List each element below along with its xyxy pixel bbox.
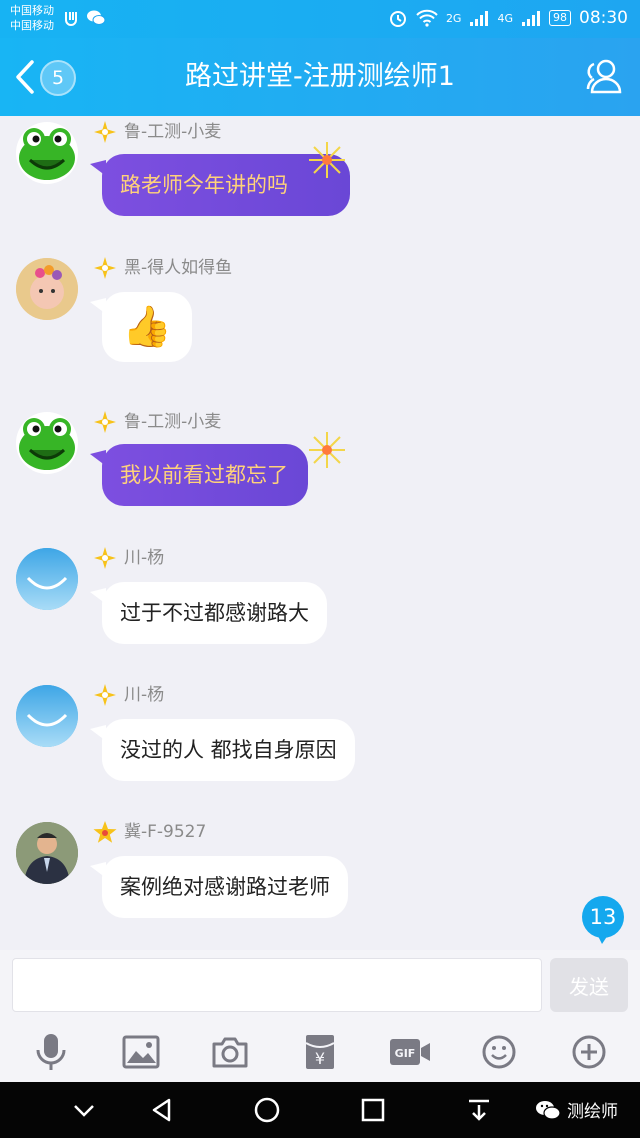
level-badge-icon [94,257,116,279]
message-text: 路老师今年讲的吗 [120,173,288,197]
message-bubble[interactable]: 过于不过都感谢路大 [102,582,327,644]
back-nav-icon[interactable] [148,1096,176,1124]
message-bubble[interactable]: 我以前看过都忘了 [102,444,308,506]
plus-circle-icon [572,1035,606,1069]
carrier-2: 中国移动 [10,19,54,32]
thumbs-up-emoji: 👍 [122,304,172,350]
notification-icons [62,9,106,27]
camera-button[interactable] [207,1029,253,1075]
voice-button[interactable] [28,1029,74,1075]
firework-decoration-icon [309,142,345,178]
smiley-icon [482,1035,516,1069]
carrier-info: 中国移动 中国移动 [10,3,54,33]
status-right: 2G 4G 98 08:30 [388,8,628,28]
message-input[interactable] [12,958,542,1012]
sender-name: 冀-F-9527 [124,822,207,842]
svg-text:¥: ¥ [315,1049,325,1068]
battery-icon: 98 [549,10,571,26]
home-nav-icon[interactable] [253,1096,281,1124]
sky-avatar-icon [16,685,78,747]
message-bubble[interactable]: 没过的人 都找自身原因 [102,719,355,781]
carrier-1: 中国移动 [10,4,54,17]
red-packet-icon: ¥ [305,1035,335,1069]
more-button[interactable] [566,1029,612,1075]
recents-nav-icon[interactable] [359,1096,387,1124]
message-bubble[interactable]: 👍 [102,292,192,362]
new-messages-badge-tail [596,932,610,944]
sender-name: 鲁-工测-小麦 [124,122,222,142]
group-members-icon[interactable] [584,56,624,96]
avatar[interactable] [16,258,78,320]
sender-name: 川-杨 [124,548,165,568]
alarm-icon [389,11,406,27]
frog-avatar-icon [19,418,75,470]
message-text: 案例绝对感谢路过老师 [120,875,330,899]
firework-decoration-icon [309,432,345,468]
avatar[interactable] [16,548,78,610]
sender-name: 川-杨 [124,685,165,705]
sender-name: 鲁-工测-小麦 [124,412,222,432]
sky-avatar-icon [16,548,78,610]
sender-name: 黑-得人如得鱼 [124,258,233,278]
gif-button[interactable]: GIF [387,1029,433,1075]
message-text: 没过的人 都找自身原因 [120,738,337,762]
unread-count-badge[interactable]: 5 [40,60,76,96]
collapse-nav-icon[interactable] [70,1096,98,1124]
gif-icon: GIF [389,1039,430,1065]
signal-icon-2 [522,11,540,26]
avatar[interactable] [16,822,78,884]
composer-toolbar: ¥ GIF [0,1026,640,1078]
level-badge-icon [94,411,116,433]
wechat-notification-icon [87,10,106,25]
watermark: 测绘师 [535,1097,618,1122]
avatar[interactable] [16,412,78,474]
star-badge-icon [93,821,117,843]
chat-title: 路过讲堂-注册测绘师1 [185,61,455,92]
back-arrow-icon[interactable] [12,58,38,96]
message-text: 我以前看过都忘了 [120,463,288,487]
sim1-network-type: 2G [445,11,462,25]
clock: 08:30 [579,8,628,28]
level-badge-icon [94,547,116,569]
app-notification-icon [65,12,77,26]
person-photo-avatar-icon [16,822,78,884]
message-list[interactable]: 鲁-工测-小麦 路老师今年讲的吗 黑-得人如得鱼 👍 鲁-工测-小麦 我以前看过… [0,116,640,950]
gif-label: GIF [394,1047,415,1060]
microphone-icon [36,1034,66,1070]
chat-header: 5 路过讲堂-注册测绘师1 [0,38,640,116]
level-badge-icon [94,121,116,143]
camera-icon [212,1037,248,1068]
image-icon [122,1035,160,1069]
system-navigation-bar: 测绘师 [0,1082,640,1138]
status-bar: 中国移动 中国移动 2G 4G 98 08:30 [0,0,640,38]
notification-pulldown-icon[interactable] [465,1096,493,1124]
signal-icon-1 [470,11,489,26]
avatar[interactable] [16,122,78,184]
message-text: 过于不过都感谢路大 [120,601,309,625]
emoji-button[interactable] [476,1029,522,1075]
sim2-network-type: 4G [497,11,513,25]
wifi-icon [416,9,438,27]
photo-album-button[interactable] [118,1029,164,1075]
message-bubble[interactable]: 案例绝对感谢路过老师 [102,856,348,918]
send-button[interactable]: 发送 [550,958,628,1012]
level-badge-icon [94,684,116,706]
red-packet-button[interactable]: ¥ [297,1029,343,1075]
avatar[interactable] [16,685,78,747]
composer: 发送 ¥ GIF [0,950,640,1082]
watermark-text: 测绘师 [567,1102,618,1122]
baby-photo-avatar-icon [16,258,78,320]
frog-avatar-icon [19,128,75,180]
wechat-logo-icon [536,1100,561,1120]
